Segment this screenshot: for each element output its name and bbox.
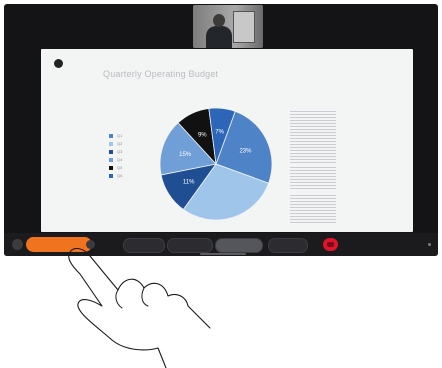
home-indicator [200, 253, 246, 255]
self-view-video[interactable] [193, 5, 263, 48]
legend-label: Q3 [117, 149, 123, 154]
active-control-button[interactable] [26, 237, 92, 252]
legend-label: Q4 [117, 157, 123, 162]
legend-swatch [109, 173, 113, 178]
video-person-body [206, 26, 232, 48]
legend-swatch [109, 165, 113, 170]
slide-text-block-1 [290, 111, 336, 163]
legend-item: Q3 [109, 148, 122, 155]
overflow-icon[interactable] [428, 243, 431, 246]
pie-slice-label: 15% [179, 152, 192, 158]
search-icon[interactable] [12, 239, 23, 250]
pie-chart: 23% 11% 15% 9% 7% [159, 107, 273, 221]
legend-swatch [109, 133, 113, 138]
pie-slice-label: 11% [183, 180, 195, 186]
slide-text-block-3 [290, 195, 336, 223]
legend-label: Q2 [117, 141, 123, 146]
presenter-avatar [54, 59, 63, 68]
legend-item: Q4 [109, 156, 122, 163]
legend-label: Q5 [117, 165, 123, 170]
video-person-head [213, 14, 225, 27]
chart-legend: Q1 Q2 Q3 Q4 Q5 Q6 [109, 132, 122, 180]
mute-button[interactable] [123, 238, 165, 253]
legend-item: Q5 [109, 164, 122, 171]
legend-item: Q2 [109, 140, 122, 147]
device-screen: Quarterly Operating Budget Q1 Q2 Q3 Q4 Q5 Q6 … [4, 4, 438, 256]
video-window [233, 11, 255, 43]
legend-swatch [109, 141, 113, 146]
call-toolbar [4, 233, 438, 256]
legend-swatch [109, 157, 113, 162]
chevron-icon[interactable] [86, 240, 95, 249]
share-button[interactable] [215, 238, 263, 253]
pie-slice-label: 9% [198, 133, 207, 139]
end-call-button[interactable] [323, 238, 338, 251]
legend-item: Q1 [109, 132, 122, 139]
video-button[interactable] [167, 238, 213, 253]
legend-item: Q6 [109, 172, 122, 179]
pie-slice-label: 23% [239, 148, 252, 154]
shared-presentation: Quarterly Operating Budget Q1 Q2 Q3 Q4 Q5 Q6 … [41, 49, 413, 232]
legend-swatch [109, 149, 113, 154]
pie-slice-label: 7% [215, 130, 224, 136]
slide-title: Quarterly Operating Budget [103, 69, 219, 79]
slide-text-block-2 [290, 167, 336, 189]
more-button[interactable] [268, 238, 308, 253]
legend-label: Q6 [117, 173, 123, 178]
legend-label: Q1 [117, 133, 123, 138]
